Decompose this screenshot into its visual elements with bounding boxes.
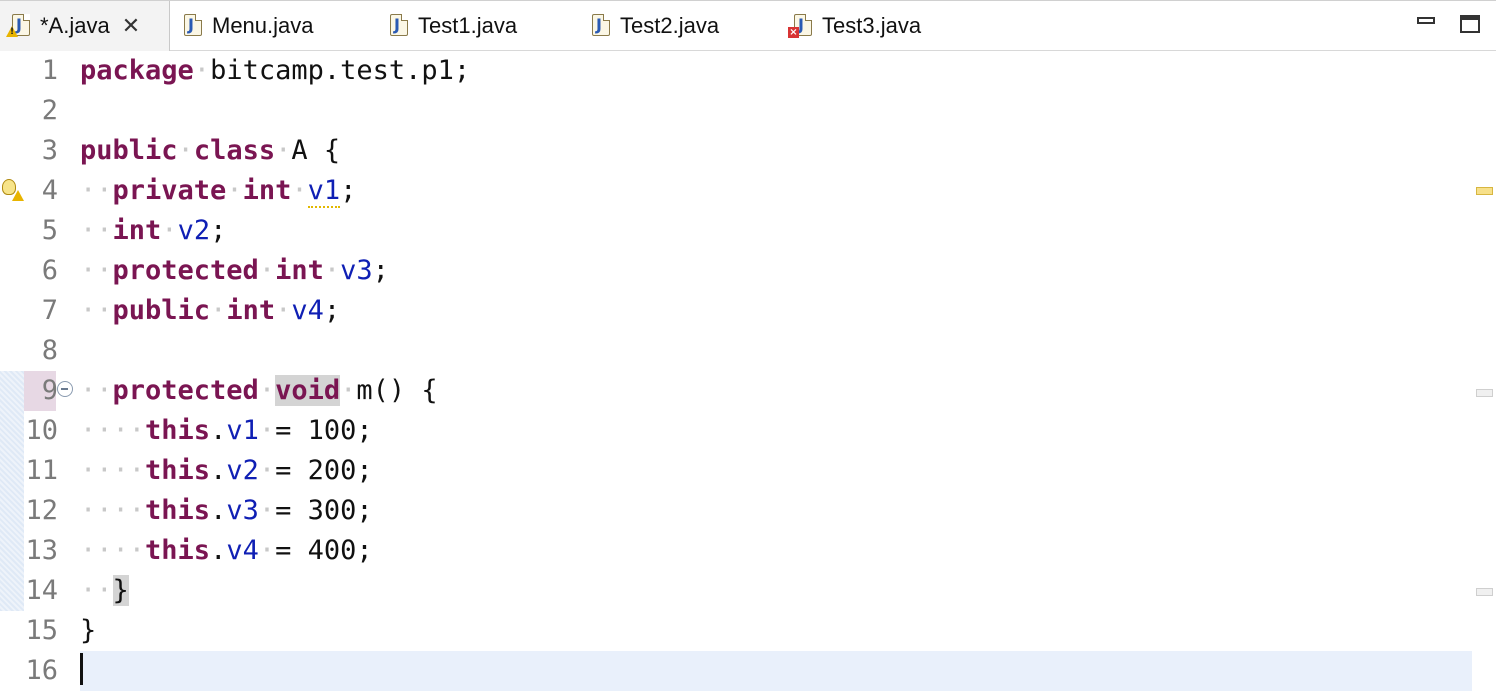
code-line: ··private·int·v1;: [80, 175, 357, 208]
tab-test3-java[interactable]: J × Test3.java: [782, 1, 982, 51]
code-line: ··int·v2;: [80, 215, 227, 246]
code-editor[interactable]: 1 2 3 4 5 6 7 8 9 10 11 12 13 14 15 16 p…: [0, 51, 1496, 691]
tab-label: Test3.java: [822, 13, 922, 38]
text-caret: [80, 653, 83, 685]
line-number: 12: [25, 495, 58, 526]
line-number: 5: [41, 215, 58, 246]
code-line: package·bitcamp.test.p1;: [80, 55, 471, 86]
code-line: public·class·A {: [80, 135, 341, 166]
line-number: 4: [41, 175, 58, 206]
fold-collapse-icon[interactable]: [57, 381, 73, 397]
line-number: 8: [41, 335, 58, 366]
overview-warning-marker[interactable]: [1476, 187, 1493, 195]
code-line: ····this.v3·= 300;: [80, 495, 373, 526]
tab-test1-java[interactable]: J Test1.java: [378, 1, 578, 51]
line-number: 1: [41, 55, 58, 86]
current-line-highlight: [80, 651, 1472, 691]
line-number: 10: [25, 415, 58, 446]
code-line: ····this.v1·= 100;: [80, 415, 373, 446]
code-line: ··protected·void·m() {: [80, 375, 438, 406]
overview-marker[interactable]: [1476, 389, 1493, 397]
line-number: 9: [41, 375, 58, 406]
overview-marker[interactable]: [1476, 588, 1493, 596]
java-file-icon: J ×: [788, 14, 814, 38]
code-line: ····this.v2·= 200;: [80, 455, 373, 486]
tab-a-java[interactable]: J *A.java ✕: [0, 1, 170, 51]
tab-test2-java[interactable]: J Test2.java: [580, 1, 780, 51]
error-icon: ×: [788, 27, 799, 38]
code-line: ··protected·int·v3;: [80, 255, 389, 286]
line-number: 6: [41, 255, 58, 286]
editor-tab-bar: J *A.java ✕ J Menu.java J Test1.java J T…: [0, 0, 1496, 51]
maximize-icon[interactable]: [1460, 15, 1480, 33]
line-number: 15: [25, 615, 58, 646]
line-number: 2: [41, 95, 58, 126]
line-number: 11: [25, 455, 58, 486]
code-line: ··public·int·v4;: [80, 295, 341, 326]
tab-label: Menu.java: [212, 13, 314, 38]
line-number: 16: [25, 655, 58, 686]
close-icon[interactable]: ✕: [122, 14, 140, 39]
java-file-icon: J: [390, 14, 410, 38]
line-number: 13: [25, 535, 58, 566]
line-number: 7: [41, 295, 58, 326]
java-file-icon: J: [6, 14, 32, 38]
line-number: 14: [25, 575, 58, 606]
java-file-icon: J: [184, 14, 204, 38]
code-line: ··}: [80, 575, 129, 606]
tab-label: Test2.java: [620, 13, 720, 38]
minimize-icon[interactable]: [1417, 17, 1435, 24]
code-line: ····this.v4·= 400;: [80, 535, 373, 566]
java-file-icon: J: [592, 14, 612, 38]
tab-label: Test1.java: [418, 13, 518, 38]
warning-icon: [6, 26, 18, 37]
line-number: 3: [41, 135, 58, 166]
tab-label: *A.java: [40, 13, 110, 38]
code-line: }: [80, 615, 97, 646]
warning-field: v1: [307, 175, 341, 208]
tab-menu-java[interactable]: J Menu.java: [172, 1, 372, 51]
